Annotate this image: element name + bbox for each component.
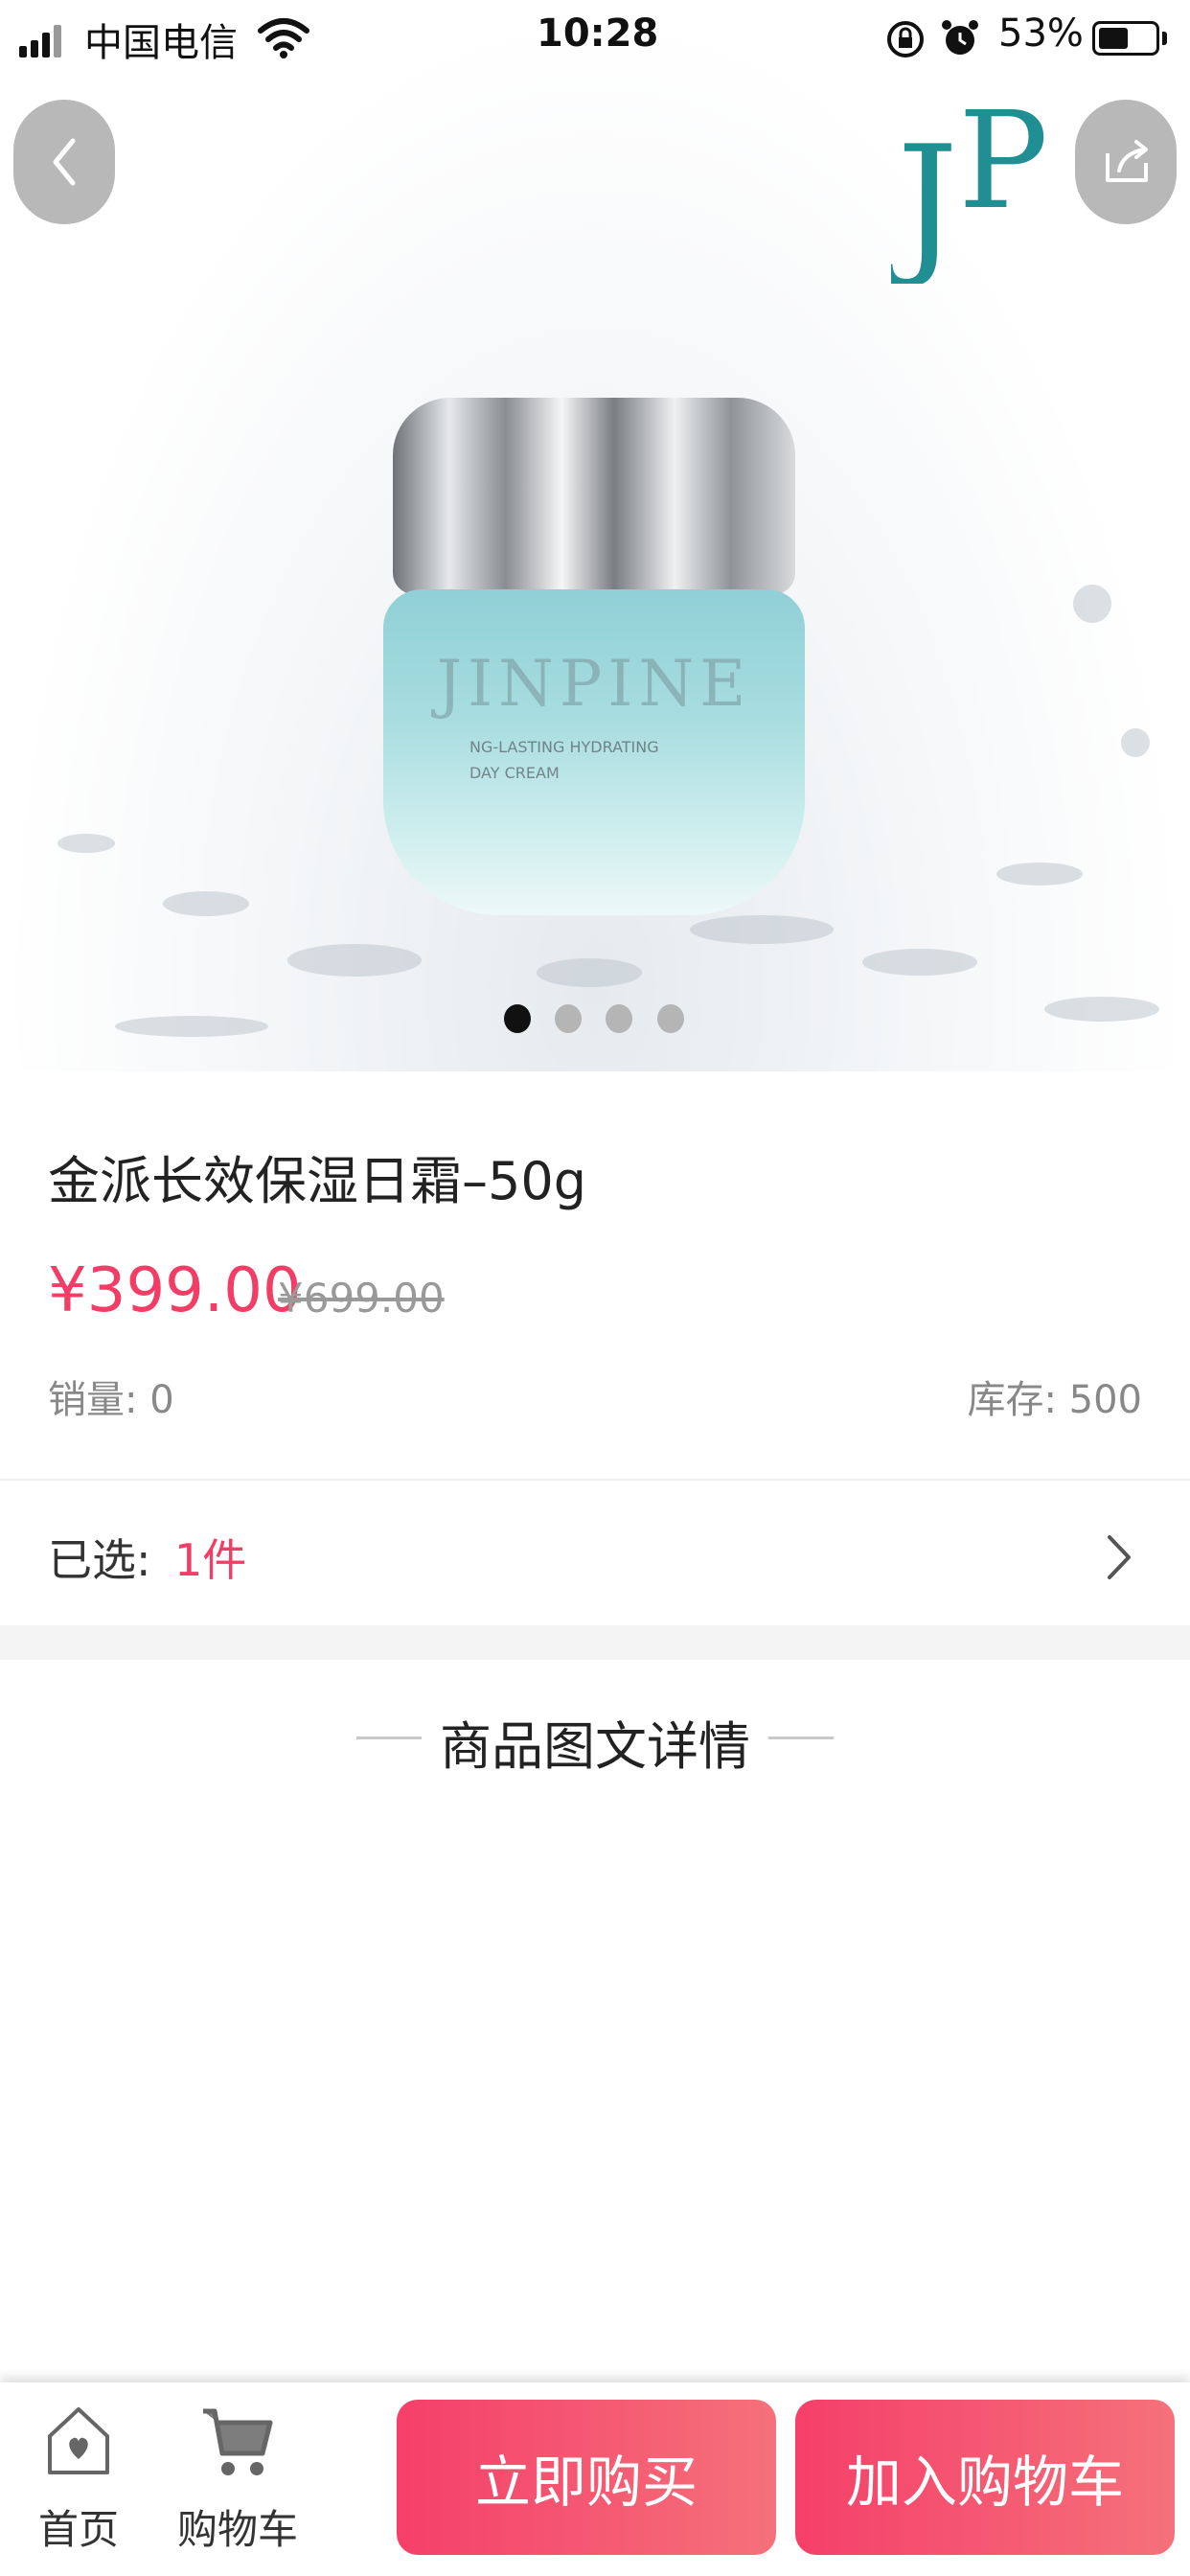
- tab-home-label: 首页: [37, 2506, 119, 2553]
- jar-sub-text-2: DAY CREAM: [469, 764, 560, 782]
- signal-icon: [19, 23, 73, 58]
- svg-text:P: P: [958, 92, 1048, 240]
- wifi-icon: [258, 18, 309, 58]
- status-bar: 中国电信 10:28 53%: [0, 0, 1190, 77]
- heading-dash-right: [768, 1736, 834, 1739]
- svg-text:J: J: [891, 112, 958, 284]
- carousel-dot-4[interactable]: [657, 1004, 684, 1033]
- sales-count: 销量: 0: [48, 1378, 174, 1422]
- selected-label: 已选:: [48, 1534, 151, 1586]
- current-price: ¥399.00: [48, 1255, 302, 1326]
- back-button[interactable]: [13, 100, 115, 224]
- rotation-lock-icon: [887, 21, 924, 58]
- jar-sub-text-1: NG-LASTING HYDRATING: [469, 738, 659, 756]
- carousel-dot-3[interactable]: [606, 1004, 632, 1033]
- carousel-dot-1[interactable]: [504, 1004, 531, 1033]
- add-to-cart-button[interactable]: 加入购物车: [795, 2400, 1175, 2555]
- selected-quantity: 1件: [174, 1534, 247, 1586]
- original-price: ¥699.00: [278, 1275, 445, 1322]
- buy-now-button[interactable]: 立即购买: [397, 2400, 776, 2555]
- cream-jar-image: JINPINE NG-LASTING HYDRATING DAY CREAM: [383, 398, 805, 915]
- status-time: 10:28: [537, 12, 659, 56]
- share-button[interactable]: [1075, 100, 1177, 224]
- stock-count: 库存: 500: [967, 1378, 1142, 1422]
- tab-cart-label: 购物车: [176, 2506, 298, 2553]
- back-icon: [53, 138, 76, 186]
- brand-logo: J P: [891, 92, 1048, 284]
- chevron-right-icon[interactable]: [1102, 1533, 1136, 1581]
- details-heading: 商品图文详情: [440, 1716, 750, 1777]
- battery-icon: [1092, 21, 1159, 56]
- tab-home[interactable]: 首页: [2, 2402, 155, 2564]
- divider: [0, 1479, 1190, 1481]
- alarm-icon: [942, 20, 978, 55]
- battery-percent: 53%: [998, 12, 1084, 56]
- home-icon: [48, 2407, 109, 2474]
- product-title: 金派长效保湿日霜–50g: [48, 1151, 586, 1211]
- jar-brand-text: JINPINE: [436, 647, 752, 721]
- cart-icon: [203, 2408, 273, 2475]
- section-divider: [0, 1625, 1190, 1660]
- carousel-dot-2[interactable]: [555, 1004, 582, 1033]
- tab-cart[interactable]: 购物车: [161, 2402, 314, 2564]
- carrier-name: 中国电信: [84, 21, 238, 65]
- share-icon: [1106, 140, 1148, 182]
